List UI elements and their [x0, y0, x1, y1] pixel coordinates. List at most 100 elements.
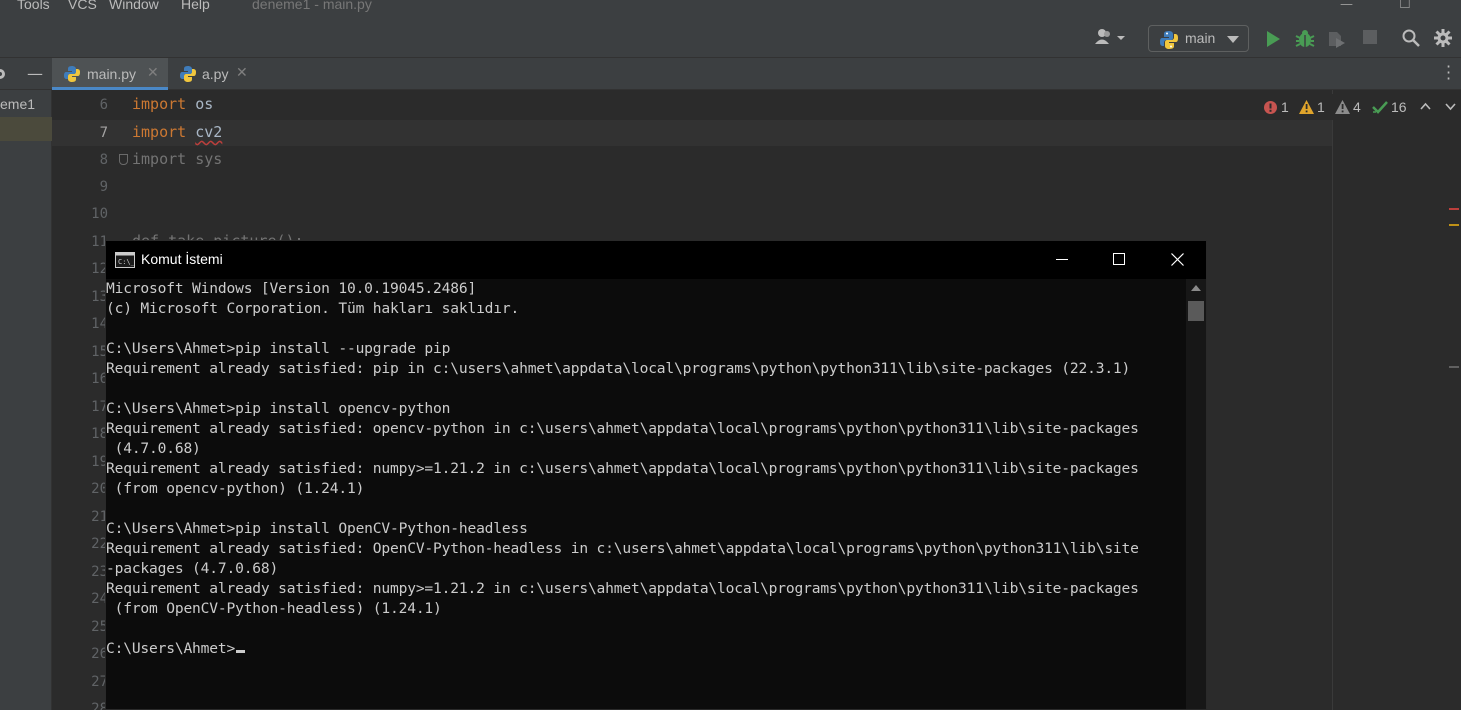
cmd-output-line: Requirement already satisfied: pip in c:… [106, 360, 1131, 377]
settings-gear-icon[interactable] [0, 66, 10, 82]
line-number: 6 [99, 97, 108, 113]
project-name[interactable]: eme1 [0, 96, 35, 112]
cmd-output-line: Requirement already satisfied: numpy>=1.… [106, 580, 1139, 597]
line-number: 15 [91, 344, 108, 360]
user-button[interactable] [1094, 28, 1128, 46]
line-number: 26 [91, 646, 108, 662]
cmd-prompt-line[interactable]: C:\Users\Ahmet> [106, 639, 246, 659]
cmd-output-line: Requirement already satisfied: opencv-py… [106, 420, 1139, 437]
python-icon [1160, 31, 1178, 49]
line-number: 19 [91, 454, 108, 470]
line-number: 11 [91, 234, 108, 250]
more-options-icon[interactable]: · · · [1446, 59, 1451, 87]
terminal-icon: C:\_ [115, 252, 135, 268]
cmd-title-bar[interactable]: C:\_ Komut İstemi [106, 241, 1206, 279]
cmd-output-line: -packages (4.7.0.68) [106, 560, 279, 577]
text-cursor [236, 650, 246, 653]
tab-label: main.py [87, 66, 137, 82]
chevron-up-icon[interactable] [1420, 102, 1431, 110]
run-configuration-select[interactable]: main [1148, 25, 1249, 52]
line-number: 14 [91, 316, 108, 332]
search-icon[interactable] [1402, 29, 1420, 47]
line-number: 20 [91, 481, 108, 497]
minimize-window-icon[interactable]: — [1340, 0, 1353, 12]
cmd-output-line: Requirement already satisfied: OpenCV-Py… [106, 540, 1139, 557]
cmd-output-line: (c) Microsoft Corporation. Tüm hakları s… [106, 300, 520, 317]
error-count: 1 [1281, 99, 1289, 115]
weak-warning-icon [1335, 100, 1350, 114]
stop-icon[interactable] [1363, 30, 1377, 44]
run-with-coverage-icon[interactable] [1327, 30, 1347, 48]
minimize-icon [1056, 259, 1068, 260]
cmd-output-line: (from opencv-python) (1.24.1) [106, 480, 365, 497]
menu-window[interactable]: Window [109, 0, 159, 12]
run-configuration-label: main [1185, 30, 1216, 46]
python-file-icon [64, 66, 80, 82]
project-sidebar: eme1 [0, 90, 52, 710]
current-line-highlight [52, 120, 1332, 146]
menu-help[interactable]: Help [181, 0, 210, 12]
menu-bar: Tools VCS Window Help deneme1 - main.py … [0, 0, 1461, 14]
cmd-maximize-button[interactable] [1090, 241, 1148, 279]
user-icon [1095, 29, 1125, 44]
warning-icon [1299, 100, 1314, 114]
menu-tools[interactable]: Tools [17, 0, 50, 12]
line-number: 17 [91, 399, 108, 415]
cmd-output-line: C:\Users\Ahmet>pip install --upgrade pip [106, 340, 451, 357]
line-number: 28 [91, 701, 108, 710]
tab-label: a.py [202, 66, 229, 82]
code-line-unused[interactable]: import sys [132, 150, 222, 168]
line-number: 13 [91, 289, 108, 305]
keyword: import [132, 123, 187, 141]
cmd-output-line: (4.7.0.68) [106, 440, 201, 457]
unresolved-reference[interactable]: cv2 [195, 123, 222, 141]
error-icon [1264, 101, 1277, 114]
scrollbar-thumb[interactable] [1188, 301, 1204, 321]
collapse-icon[interactable]: — [27, 64, 43, 83]
maximize-window-icon[interactable]: ☐ [1399, 0, 1411, 12]
error-stripe-marker[interactable] [1449, 208, 1459, 210]
inspections-widget[interactable]: 1 1 4 16 [1252, 94, 1461, 120]
gear-icon[interactable] [1434, 29, 1452, 47]
close-tab-icon[interactable]: ✕ [236, 65, 248, 81]
menu-vcs[interactable]: VCS [68, 0, 97, 12]
window-title: deneme1 - main.py [252, 0, 372, 12]
weak-warning-count: 4 [1353, 99, 1361, 115]
line-number: 9 [99, 179, 108, 195]
python-file-icon [180, 66, 196, 82]
line-number: 21 [91, 509, 108, 525]
line-number: 27 [91, 674, 108, 690]
close-tab-icon[interactable]: ✕ [147, 65, 159, 81]
line-number: 18 [91, 426, 108, 442]
selected-tree-row[interactable] [0, 117, 52, 141]
warning-count: 1 [1317, 99, 1325, 115]
warning-stripe-marker[interactable] [1449, 224, 1459, 226]
typo-count: 16 [1391, 99, 1407, 115]
code-line[interactable]: import os [132, 95, 213, 113]
cmd-close-button[interactable] [1148, 241, 1206, 279]
tab-a-py[interactable]: a.py ✕ [168, 58, 260, 90]
info-stripe-marker[interactable] [1449, 366, 1459, 368]
tab-main-py[interactable]: main.py ✕ [52, 58, 168, 90]
cmd-output[interactable]: Microsoft Windows [Version 10.0.19045.24… [106, 279, 1186, 709]
cmd-prompt: C:\Users\Ahmet> [106, 640, 236, 657]
line-number: 12 [91, 261, 108, 277]
cmd-output-line: C:\Users\Ahmet>pip install opencv-python [106, 400, 451, 417]
line-number: 8 [99, 152, 108, 168]
cmd-scrollbar[interactable] [1186, 279, 1206, 709]
chevron-down-icon[interactable] [1445, 103, 1456, 111]
line-number: 25 [91, 619, 108, 635]
run-icon[interactable] [1265, 30, 1281, 48]
scroll-up-arrow-icon[interactable] [1191, 285, 1201, 291]
line-number: 22 [91, 536, 108, 552]
debug-icon[interactable] [1295, 29, 1315, 49]
fold-marker-icon[interactable] [119, 154, 128, 165]
typo-check-icon [1372, 101, 1388, 114]
command-prompt-window[interactable]: C:\_ Komut İstemi Microsoft Windows [Ver… [105, 240, 1207, 710]
keyword: import [132, 95, 187, 113]
cmd-output-line: Requirement already satisfied: numpy>=1.… [106, 460, 1139, 477]
code-line[interactable]: import cv2 [132, 123, 222, 141]
line-number: 16 [91, 371, 108, 387]
cmd-minimize-button[interactable] [1032, 241, 1090, 279]
code-text: os [186, 95, 214, 113]
